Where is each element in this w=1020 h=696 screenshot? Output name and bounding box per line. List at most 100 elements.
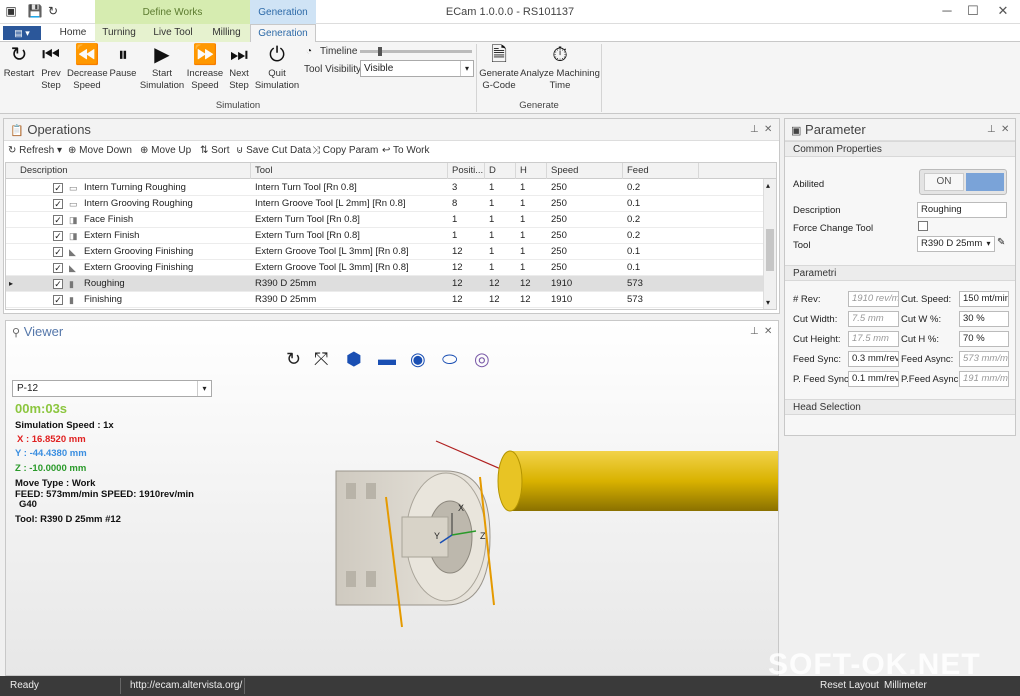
sort-button[interactable]: ⇅ Sort xyxy=(200,145,230,156)
table-row[interactable]: ▸ ✓ ▮ Roughing R390 D 25mm 12 12 12 1910 573 xyxy=(6,276,764,292)
workpiece xyxy=(335,470,491,606)
row-enabled-checkbox[interactable]: ✓ xyxy=(53,279,63,289)
decrease-speed-button[interactable]: ⏪ Decrease Speed xyxy=(67,44,108,92)
move-up-button[interactable]: ⊕ Move Up xyxy=(140,145,191,156)
edit-icon[interactable]: ✎ xyxy=(997,237,1005,248)
timeline-slider[interactable] xyxy=(360,47,472,56)
table-row[interactable]: ✓ ◨ Extern Finish Extern Turn Tool [Rn 0.8]… xyxy=(6,228,764,244)
cut-height-input[interactable]: 17.5 mm xyxy=(848,331,899,347)
cut-width-input[interactable]: 7.5 mm xyxy=(848,311,899,327)
table-row[interactable]: ✓ ◨ Face Finish Extern Turn Tool [Rn 0.8] 1 1… xyxy=(6,212,764,228)
cell-d: 1 xyxy=(489,214,495,225)
website-link[interactable]: http://ecam.altervista.org/ xyxy=(130,680,242,691)
prev-step-button[interactable]: ⏮ Prev Step xyxy=(36,44,66,92)
cut-h-label: Cut H %: xyxy=(901,334,940,345)
tab-home[interactable]: Home xyxy=(54,24,92,42)
minimize-button[interactable]: ─ xyxy=(936,2,958,20)
chevron-down-icon[interactable]: ▾ xyxy=(766,298,770,307)
timeline-thumb[interactable] xyxy=(378,47,382,56)
generate-gcode-button[interactable]: 🗎 Generate G-Code xyxy=(479,44,519,92)
column-header[interactable]: H xyxy=(516,163,547,179)
scrollbar-thumb[interactable] xyxy=(766,229,774,271)
start-simulation-button[interactable]: ▶ Start Simulation xyxy=(139,44,185,92)
description-label: Description xyxy=(793,205,841,216)
feed-sync-input[interactable]: 0.3 mm/rev xyxy=(848,351,899,367)
cell-d: 1 xyxy=(489,262,495,273)
cut-speed-input[interactable]: 150 mt/min xyxy=(959,291,1009,307)
close-icon[interactable]: ✕ xyxy=(764,119,772,141)
column-header[interactable]: Description xyxy=(16,163,251,179)
rev-input[interactable]: 1910 rev/m xyxy=(848,291,899,307)
tool-visibility-label: Tool Visibility xyxy=(304,64,362,75)
cell-feed: 0.2 xyxy=(627,182,641,193)
tab-live-tool[interactable]: Live Tool xyxy=(143,24,203,42)
chevron-down-icon: ▾ xyxy=(986,239,991,248)
column-header[interactable]: Positi... xyxy=(448,163,485,179)
row-enabled-checkbox[interactable]: ✓ xyxy=(53,263,63,273)
row-enabled-checkbox[interactable]: ✓ xyxy=(53,183,63,193)
quit-simulation-button[interactable]: ⏻ Quit Simulation xyxy=(254,44,300,92)
next-step-button[interactable]: ⏭ Next Step xyxy=(226,44,252,92)
pause-button[interactable]: ⏸ Pause xyxy=(108,44,138,80)
operation-type-icon: ▮ xyxy=(69,295,74,305)
tab-milling[interactable]: Milling xyxy=(203,24,250,42)
stopwatch-icon: ⏱ xyxy=(552,44,568,66)
pin-icon[interactable]: ⊥ xyxy=(750,119,759,141)
analyze-time-button[interactable]: ⏱ Analyze Machining Time xyxy=(520,44,600,92)
row-enabled-checkbox[interactable]: ✓ xyxy=(53,215,63,225)
cell-feed: 573 xyxy=(627,278,643,289)
column-header[interactable]: Feed xyxy=(623,163,699,179)
cut-h-input[interactable]: 70 % xyxy=(959,331,1009,347)
pfeed-sync-input[interactable]: 0.1 mm/rev xyxy=(848,371,899,387)
file-menu-button[interactable]: ▤ ▾ xyxy=(3,26,41,40)
operation-type-icon: ◣ xyxy=(69,247,76,257)
maximize-button[interactable]: ☐ xyxy=(962,2,984,20)
tool-select[interactable]: R390 D 25mm ▾ xyxy=(917,236,995,252)
cell-description: Intern Grooving Roughing xyxy=(84,198,193,209)
cut-w-input[interactable]: 30 % xyxy=(959,311,1009,327)
table-row[interactable]: ✓ ◣ Extern Grooving Finishing Extern Groove… xyxy=(6,244,764,260)
viewer-canvas[interactable]: X Y Z xyxy=(6,321,778,675)
table-row[interactable]: ✓ ◣ Extern Grooving Finishing Extern Groove… xyxy=(6,260,764,276)
operations-toolbar: ↻ Refresh ▾ ⊕ Move Down ⊕ Move Up ⇅ Sort… xyxy=(6,143,776,161)
table-row[interactable]: ✓ ▮ Finishing R390 D 25mm 12 12 12 1910 573 xyxy=(6,292,764,308)
refresh-button[interactable]: ↻ Refresh ▾ xyxy=(8,145,62,156)
row-enabled-checkbox[interactable]: ✓ xyxy=(53,199,63,209)
close-button[interactable]: ✕ xyxy=(992,2,1014,20)
restart-button[interactable]: ↻ Restart xyxy=(3,44,35,80)
column-header[interactable]: Speed xyxy=(547,163,623,179)
row-enabled-checkbox[interactable]: ✓ xyxy=(53,295,63,305)
copy-param-button[interactable]: ⤨ Copy Param xyxy=(312,145,378,156)
tab-generation[interactable]: Generation xyxy=(250,24,316,43)
tool-visibility-select[interactable]: Visible ▾ xyxy=(360,60,474,77)
head-selection-header[interactable]: Head Selection xyxy=(785,399,1015,415)
feed-async-input[interactable]: 573 mm/m xyxy=(959,351,1009,367)
move-down-button[interactable]: ⊕ Move Down xyxy=(68,145,132,156)
pfeed-async-input[interactable]: 191 mm/m xyxy=(959,371,1009,387)
toggle-knob[interactable] xyxy=(966,173,1004,191)
table-scrollbar[interactable]: ▴ ▾ xyxy=(763,179,776,309)
status-text: Ready xyxy=(10,680,39,691)
chevron-up-icon[interactable]: ▴ xyxy=(766,181,770,190)
column-header[interactable]: Tool xyxy=(251,163,448,179)
description-input[interactable]: Roughing xyxy=(917,202,1007,218)
cell-feed: 0.2 xyxy=(627,230,641,241)
tab-turning[interactable]: Turning xyxy=(95,24,143,42)
cell-position: 1 xyxy=(452,230,458,241)
increase-speed-button[interactable]: ⏩ Increase Speed xyxy=(186,44,224,92)
cell-position: 12 xyxy=(452,294,463,305)
rev-label: # Rev: xyxy=(793,294,821,305)
force-change-checkbox[interactable] xyxy=(918,221,928,231)
pin-icon[interactable]: ⊥ xyxy=(987,119,996,141)
to-work-button[interactable]: ↩ To Work xyxy=(382,145,430,156)
save-cut-data-button[interactable]: ⊍ Save Cut Data xyxy=(236,145,311,156)
row-enabled-checkbox[interactable]: ✓ xyxy=(53,247,63,257)
cell-tool: Extern Groove Tool [L 3mm] [Rn 0.8] xyxy=(255,246,409,257)
row-enabled-checkbox[interactable]: ✓ xyxy=(53,231,63,241)
close-icon[interactable]: ✕ xyxy=(1001,119,1009,141)
table-row[interactable]: ✓ ▭ Intern Turning Roughing Intern Turn Too… xyxy=(6,180,764,196)
abilited-toggle[interactable]: ON xyxy=(919,169,1007,195)
operation-type-icon: ◨ xyxy=(69,215,78,225)
table-row[interactable]: ✓ ▭ Intern Grooving Roughing Intern Groove … xyxy=(6,196,764,212)
column-header[interactable]: D xyxy=(485,163,516,179)
